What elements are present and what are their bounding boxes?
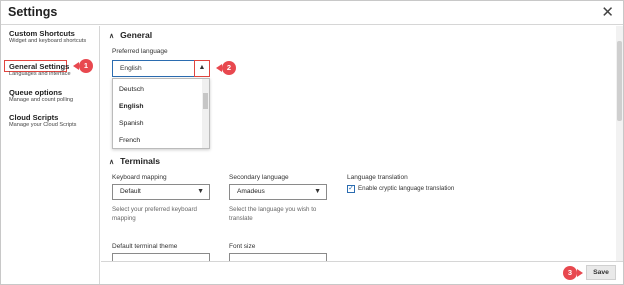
preferred-language-value: English [120, 65, 142, 72]
sidebar-item-cloud-scripts[interactable]: Cloud Scripts Manage your Cloud Scripts [9, 113, 99, 129]
default-terminal-theme-select[interactable] [112, 253, 210, 261]
font-size-label: Font size [229, 243, 256, 250]
callout-badge-2: 2 [222, 61, 236, 75]
sidebar-item-subtitle: Manage your Cloud Scripts [9, 122, 77, 128]
keyboard-mapping-label: Keyboard mapping [112, 174, 167, 181]
chevron-up-icon: ∧ [109, 159, 115, 166]
default-terminal-theme-label: Default terminal theme [112, 243, 178, 250]
preferred-language-label: Preferred language [112, 48, 168, 55]
language-translation-label: Language translation [347, 174, 408, 181]
callout-badge-1: 1 [79, 59, 93, 73]
dropdown-option-spanish[interactable]: Spanish [113, 115, 203, 132]
keyboard-mapping-value: Default [120, 188, 141, 195]
dropdown-option-french[interactable]: French [113, 132, 203, 149]
sidebar-item-title: Custom Shortcuts [9, 29, 75, 38]
dropdown-option-deutsch[interactable]: Deutsch [113, 81, 203, 98]
chevron-down-icon: ▼ [314, 188, 321, 195]
keyboard-mapping-help: Select your preferred keyboard mapping [112, 206, 197, 222]
section-title: General [120, 30, 153, 40]
section-general-heading[interactable]: ∧ General [109, 30, 152, 40]
sidebar-item-title: Cloud Scripts [9, 113, 59, 122]
callout-badge-3: 3 [563, 266, 577, 280]
language-dropdown-list: Deutsch English Spanish French [112, 78, 210, 149]
sidebar-item-queue-options[interactable]: Queue options Manage and count polling [9, 88, 99, 104]
dialog-title: Settings [8, 5, 58, 19]
settings-dialog: Settings ✕ Custom Shortcuts Widget and k… [0, 0, 624, 285]
dialog-titlebar: Settings ✕ [1, 1, 623, 25]
enable-translation-checkbox[interactable]: ✓ [347, 185, 355, 193]
dropdown-scrollbar[interactable] [202, 79, 209, 148]
dropdown-option-english[interactable]: English [113, 98, 203, 115]
enable-translation-label: Enable cryptic language translation [358, 185, 455, 192]
save-button[interactable]: Save [586, 265, 616, 280]
dialog-footer [101, 261, 623, 284]
secondary-language-label: Secondary language [229, 174, 289, 181]
chevron-down-icon: ▼ [197, 188, 204, 195]
dropdown-scrollbar-thumb[interactable] [203, 93, 208, 109]
sidebar-item-subtitle: Widget and keyboard shortcuts [9, 38, 87, 44]
secondary-language-help: Select the language you wish to translat… [229, 206, 317, 222]
keyboard-mapping-select[interactable]: Default ▼ [112, 184, 210, 200]
section-terminals-heading[interactable]: ∧ Terminals [109, 156, 160, 166]
sidebar-item-subtitle: Manage and count polling [9, 97, 74, 103]
secondary-language-select[interactable]: Amadeus ▼ [229, 184, 327, 200]
close-icon[interactable]: ✕ [601, 3, 614, 21]
sidebar-item-custom-shortcuts[interactable]: Custom Shortcuts Widget and keyboard sho… [9, 29, 99, 45]
callout-pointer [577, 269, 583, 277]
section-title: Terminals [120, 156, 161, 166]
chevron-up-icon: ∧ [109, 33, 115, 40]
secondary-language-value: Amadeus [237, 188, 265, 195]
font-size-select[interactable] [229, 253, 327, 261]
chevron-up-icon[interactable]: ▲ [194, 60, 210, 77]
sidebar-item-title: Queue options [9, 88, 63, 97]
content-scrollbar-thumb[interactable] [617, 41, 622, 121]
